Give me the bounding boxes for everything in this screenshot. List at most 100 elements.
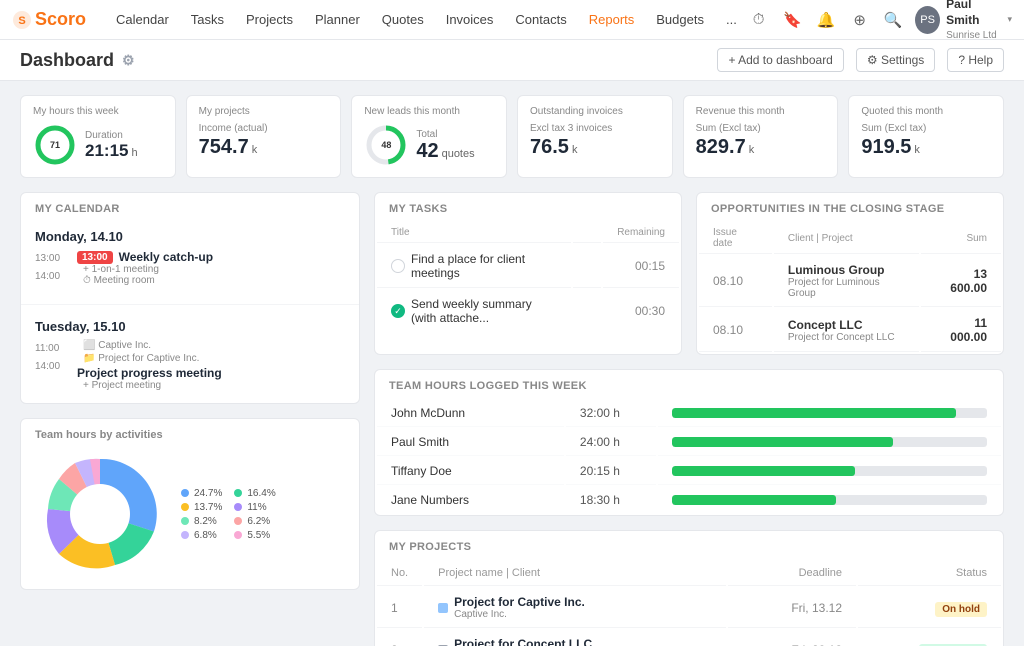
proj-client: Captive Inc. [454,609,585,620]
stat-hours-value: 21:15 [85,141,128,161]
content-area: My hours this week 71 Duration 21:15 h [0,81,1024,646]
hours-val-3: 18:30 h [566,487,656,513]
tasks-table: Title Remaining Find a place for c [375,221,681,334]
team-hours-row: John McDunn 32:00 h [377,400,1001,427]
projects-header: My projects [375,531,1003,559]
proj-no: 2 [377,630,422,646]
legend-development: 24.7% [181,488,222,499]
stat-hours-title: My hours this week [33,106,163,117]
projects-card: My projects No. Project name | Client De… [374,530,1004,646]
left-column: My calendar Monday, 14.10 13:00 14:00 13… [20,192,360,646]
user-menu[interactable]: PS Paul Smith Sunrise Ltd ▾ [915,0,1012,42]
project-meeting-event[interactable]: 11:00 14:00 ⬜ Captive Inc. 📁 Project for… [35,340,345,391]
calendar-tuesday: Tuesday, 15.10 11:00 14:00 ⬜ Captive Inc… [21,311,359,403]
nav-contacts[interactable]: Contacts [505,8,576,31]
page-header: Dashboard ⚙ + Add to dashboard ⚙ Setting… [0,40,1024,81]
proj-color-dot [438,603,448,613]
proj-col-name: Project name | Client [424,561,726,586]
main-grid: My calendar Monday, 14.10 13:00 14:00 13… [20,192,1004,646]
help-button[interactable]: ? Help [947,48,1004,72]
nav-projects[interactable]: Projects [236,8,303,31]
stat-projects-title: My projects [199,106,329,117]
user-name: Paul Smith [946,0,1001,29]
weekly-catchup-event[interactable]: 13:00 14:00 13:00 Weekly catch-up + 1-on… [35,250,345,286]
projects-table: No. Project name | Client Deadline Statu… [375,559,1003,646]
logo[interactable]: S Scoro [12,9,86,30]
dashboard-settings-icon[interactable]: ⚙ [122,52,135,69]
bell-icon[interactable]: 🔔 [814,7,838,33]
opp-row[interactable]: 08.10 Concept LLC Project for Concept LL… [699,309,1001,352]
right-column: My tasks Title Remaining [374,192,1004,646]
opp-row[interactable]: 08.10 Luminous Group Project for Luminou… [699,256,1001,307]
person-name-1: Paul Smith [377,429,564,456]
monday-label: Monday, 14.10 [35,229,345,244]
nav-quotes[interactable]: Quotes [372,8,434,31]
leads-donut: 48 [364,123,408,167]
task-checkbox-done[interactable]: ✓ [391,304,405,318]
nav-invoices[interactable]: Invoices [436,8,504,31]
team-hours-table: John McDunn 32:00 h Paul Smith 24:00 h [375,398,1003,515]
stat-quoted-value: 919.5 [861,136,911,159]
hours-val-2: 20:15 h [566,458,656,485]
stat-revenue-title: Revenue this month [696,106,826,117]
nav-more[interactable]: ... [716,8,747,31]
tasks-card: My tasks Title Remaining [374,192,682,355]
navigation: S Scoro Calendar Tasks Projects Planner … [0,0,1024,40]
opportunities-card: Opportunities in the closing stage Issue… [696,192,1004,355]
nav-budgets[interactable]: Budgets [646,8,714,31]
legend-meetings: 11% [234,502,275,513]
person-name-3: Jane Numbers [377,487,564,513]
timer-icon[interactable]: ⏱ [747,7,771,33]
hours-val-1: 24:00 h [566,429,656,456]
legend-research: 8.2% [181,516,222,527]
settings-button[interactable]: ⚙ Settings [856,48,935,72]
tuesday-label: Tuesday, 15.10 [35,319,345,334]
proj-deadline: Fri, 13.12 [728,588,856,628]
bookmark-icon[interactable]: 🔖 [780,7,804,33]
task-row[interactable]: ✓ Send weekly summary (with attache... 0… [377,290,679,332]
stat-leads-title: New leads this month [364,106,494,117]
stat-cards: My hours this week 71 Duration 21:15 h [20,95,1004,178]
team-hours-row: Jane Numbers 18:30 h [377,487,1001,513]
calendar-header: My calendar [21,193,359,221]
proj-no: 1 [377,588,422,628]
pie-legend: 24.7% 16.4% 13.7% [181,488,276,541]
calendar-monday: Monday, 14.10 13:00 14:00 13:00 Weekly c… [21,221,359,298]
proj-name: Project for Captive Inc. [454,595,585,609]
status-badge: On hold [935,602,987,617]
project-row[interactable]: 1 Project for Captive Inc. Captive Inc. … [377,588,1001,628]
nav-tasks[interactable]: Tasks [181,8,234,31]
legend-design: 16.4% [234,488,275,499]
task-remaining-1: 00:30 [603,290,679,332]
leads-donut-pct: 48 [381,140,391,150]
task-checkbox[interactable] [391,259,405,273]
tasks-col-remaining: Remaining [603,223,679,243]
stat-leads-value: 42 [416,140,438,163]
stat-card-projects: My projects Income (actual) 754.7 k [186,95,342,178]
proj-col-status: Status [858,561,1001,586]
nav-items: Calendar Tasks Projects Planner Quotes I… [106,8,747,31]
team-hours-card: Team hours logged this week John McDunn … [374,369,1004,516]
team-hours-row: Paul Smith 24:00 h [377,429,1001,456]
project-row[interactable]: 2 Project for Concept LLC Concept LLC Fr… [377,630,1001,646]
person-name-2: Tiffany Doe [377,458,564,485]
add-to-dashboard-button[interactable]: + Add to dashboard [717,48,843,72]
opp-col-client: Client | Project [774,223,919,254]
opp-col-date: Issue date [699,223,772,254]
nav-reports[interactable]: Reports [579,8,645,31]
stat-projects-value: 754.7 [199,136,249,159]
plus-icon[interactable]: ⊕ [848,7,872,33]
avatar: PS [915,6,940,34]
header-actions: + Add to dashboard ⚙ Settings ? Help [717,48,1004,72]
search-icon[interactable]: 🔍 [881,7,905,33]
stat-invoices-value: 76.5 [530,136,569,159]
team-hours-header: Team hours logged this week [375,370,1003,398]
hours-val-0: 32:00 h [566,400,656,427]
nav-calendar[interactable]: Calendar [106,8,179,31]
legend-management: 13.7% [181,502,222,513]
task-row[interactable]: Find a place for client meetings 00:15 [377,245,679,288]
proj-col-no: No. [377,561,422,586]
stat-revenue-value: 829.7 [696,136,746,159]
nav-planner[interactable]: Planner [305,8,370,31]
stat-invoices-title: Outstanding invoices [530,106,660,117]
